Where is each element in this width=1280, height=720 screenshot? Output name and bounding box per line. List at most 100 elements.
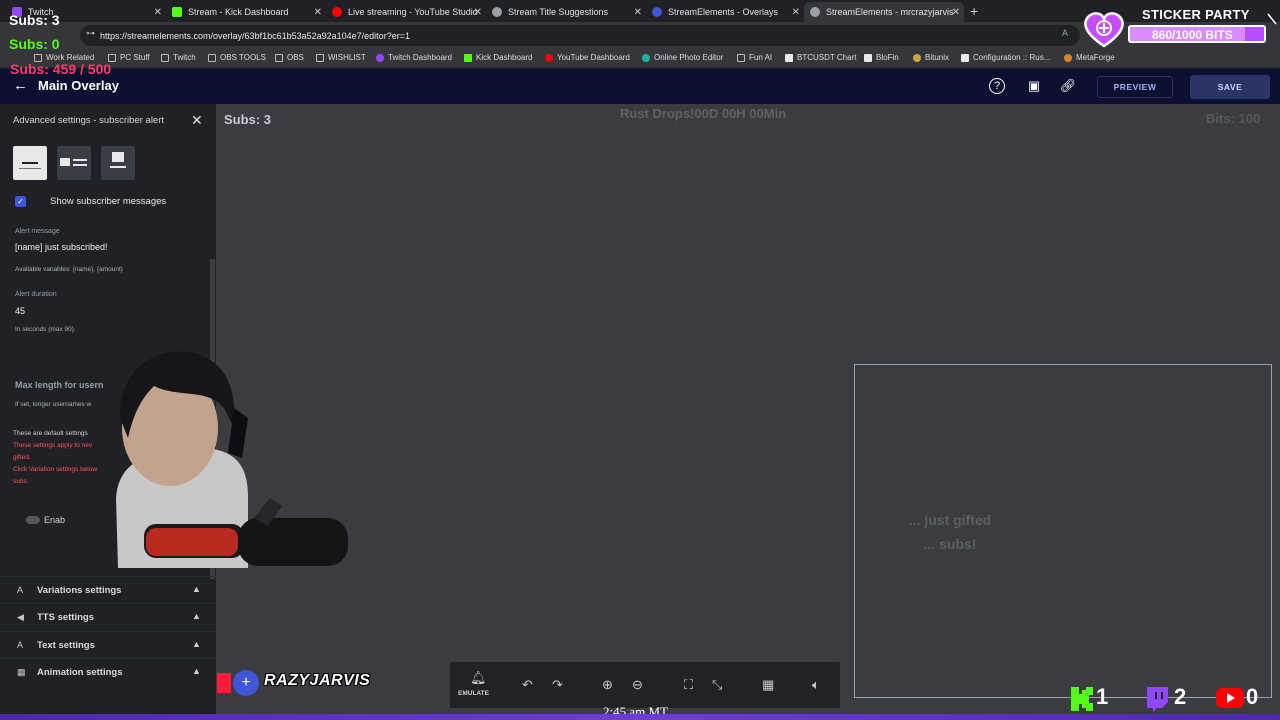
alert-preview-line: ... just gifted <box>908 512 992 528</box>
zoom-out-icon[interactable]: ⊖ <box>632 677 643 693</box>
help-icon[interactable]: ? <box>989 78 1005 94</box>
streamelements-icon <box>652 7 662 17</box>
bookmark-obs-tools[interactable]: OBS TOOLS <box>208 53 266 62</box>
youtube-viewer-count: 0 <box>1246 684 1259 709</box>
link-icon[interactable]: 🔗︎ <box>1059 77 1077 95</box>
max-length-label: Max length for usern <box>15 380 104 390</box>
bits-widget[interactable]: Bits: 100 <box>1206 111 1260 126</box>
default-note: These are default settings <box>13 430 88 437</box>
close-icon[interactable]: ✕ <box>154 7 162 18</box>
bookmark-metaforge[interactable]: MetaForge <box>1064 53 1115 62</box>
volume-icon[interactable]: 🔈︎ <box>812 677 820 693</box>
tab-stream-title[interactable]: Stream Title Suggestions ✕ <box>486 2 646 22</box>
accordion-label: TTS settings <box>37 612 95 623</box>
youtube-icon <box>545 53 553 62</box>
duration-hint: In seconds (max 90). <box>15 326 76 333</box>
alert-message-input[interactable]: [name] just subscribed! <box>15 242 108 252</box>
tab-label: Stream - Kick Dashboard <box>188 7 289 17</box>
bookmark-online-photo-editor[interactable]: Online Photo Editor <box>642 53 723 62</box>
screen-icon[interactable]: ▣ <box>1025 77 1043 95</box>
accordion-tts[interactable]: ◀ TTS settings ▲ <box>0 603 216 630</box>
sidebar-title: Advanced settings - subscriber alert <box>13 115 165 126</box>
redo-icon[interactable]: ↷ <box>552 677 563 693</box>
subs-widget[interactable]: Subs: 3 <box>224 112 271 127</box>
grid-icon[interactable]: ▦ <box>762 677 774 693</box>
translate-icon[interactable]: A <box>1062 28 1068 38</box>
folder-icon <box>208 53 216 62</box>
kick-icon <box>464 53 472 62</box>
new-tab-icon[interactable]: + <box>970 3 978 19</box>
bookmark-youtube-dashboard[interactable]: YouTube Dashboard <box>545 53 630 62</box>
tab-streamelements-mrcrazyjarvis[interactable]: StreamElements - mrcrazyjarvis ✕ <box>804 2 964 22</box>
page-title: Main Overlay <box>38 78 119 93</box>
canvas-toolbar: 🔔︎ EMULATE ↶ ↷ ⊕ ⊖ ⛶ ⤡ ▦ 🔈︎ <box>450 662 840 708</box>
layout-text-over-image[interactable] <box>101 146 135 180</box>
layout-image-left-text[interactable] <box>57 146 91 180</box>
accordion-animation[interactable]: ▦ Animation settings ▲ <box>0 658 216 685</box>
undo-icon[interactable]: ↶ <box>522 677 533 693</box>
close-icon[interactable]: ✕ <box>792 7 800 18</box>
bookmark-twitch[interactable]: Twitch <box>161 53 196 62</box>
bookmark-pc-stuff[interactable]: PC Stuff <box>108 53 150 62</box>
folder-icon <box>275 53 283 62</box>
close-icon[interactable]: ✕ <box>191 112 203 129</box>
stream-kick-subs-counter: Subs: 0 <box>9 36 60 52</box>
text-icon: A <box>17 585 24 595</box>
save-button[interactable]: SAVE <box>1190 75 1270 99</box>
bookmark-fun-ai[interactable]: Fun AI <box>737 53 772 62</box>
enable-label: Enab <box>44 515 66 525</box>
close-icon[interactable]: ✕ <box>952 7 960 18</box>
bookmark-blofin[interactable]: BloFin <box>864 53 899 62</box>
preview-button[interactable]: PREVIEW <box>1097 76 1173 98</box>
show-messages-checkbox[interactable]: ✓ <box>15 196 26 207</box>
folder-icon <box>737 53 745 62</box>
accordion-label: Variations settings <box>37 585 122 596</box>
bookmark-twitch-dashboard[interactable]: Twitch Dashboard <box>376 53 452 62</box>
youtube-icon <box>1216 688 1244 708</box>
warning-line: gifted. <box>13 454 31 461</box>
sticker-bits-count: 860/1000 BITS <box>1152 28 1233 42</box>
fit-screen-icon[interactable]: ⛶ <box>684 677 693 693</box>
bell-icon[interactable]: 🔔︎ <box>470 670 487 686</box>
stream-subs-counter: Subs: 3 <box>9 12 60 28</box>
layout-image-above-text[interactable] <box>13 146 47 180</box>
tab-kick-dashboard[interactable]: Stream - Kick Dashboard ✕ <box>166 2 326 22</box>
chevron-up-icon: ▲ <box>192 611 201 621</box>
bookmark-kick-dashboard[interactable]: Kick Dashboard <box>464 53 532 62</box>
twitch-viewer-count: 2 <box>1174 684 1187 709</box>
globe-icon <box>492 7 502 17</box>
tab-youtube-studio[interactable]: Live streaming - YouTube Studio ✕ <box>326 2 486 22</box>
streamer-name-tag: RAZYJARVIS <box>264 672 371 689</box>
tab-streamelements-overlays[interactable]: StreamElements - Overlays ✕ <box>646 2 804 22</box>
chevron-up-icon: ▲ <box>192 639 201 649</box>
stream-sub-goal: Subs: 459 / 500 <box>10 61 112 77</box>
max-length-hint: If set, longer usernames w <box>15 401 92 408</box>
emulate-button[interactable]: EMULATE <box>458 690 489 697</box>
bookmark-configuration[interactable]: Configuration :: Rus... <box>961 53 1050 62</box>
close-icon[interactable]: ✕ <box>474 7 482 18</box>
url-bar[interactable]: https://streamelements.com/overlay/63bf1… <box>80 25 1080 46</box>
kick-icon <box>1071 687 1093 711</box>
overlay-canvas[interactable]: Subs: 3 Rust Drops!00D 00H 00Min Bits: 1… <box>216 104 1280 720</box>
show-messages-label: Show subscriber messages <box>50 196 167 207</box>
rust-icon <box>961 53 969 62</box>
add-widget-button[interactable]: + <box>233 670 259 696</box>
close-icon[interactable]: ✕ <box>634 7 642 18</box>
bookmark-obs[interactable]: OBS <box>275 53 304 62</box>
tab-label: StreamElements - mrcrazyjarvis <box>826 7 954 17</box>
enable-toggle[interactable] <box>26 516 40 524</box>
zoom-in-icon[interactable]: ⊕ <box>602 677 613 693</box>
site-info-icon[interactable]: ⊶ <box>86 28 95 39</box>
bookmark-btcusdt-chart[interactable]: BTCUSDT Chart <box>785 53 856 62</box>
accordion-variations[interactable]: A Variations settings ▲ <box>0 576 216 603</box>
collapse-icon[interactable]: ⤡ <box>712 677 722 693</box>
url-text: https://streamelements.com/overlay/63bf1… <box>100 30 410 41</box>
rust-drops-widget[interactable]: Rust Drops!00D 00H 00Min <box>620 106 786 121</box>
accordion-text[interactable]: A Text settings ▲ <box>0 631 216 658</box>
back-arrow-icon[interactable]: ← <box>13 77 28 94</box>
bookmark-wishlist[interactable]: WISHLIST <box>316 53 366 62</box>
alert-duration-input[interactable]: 45 <box>15 306 25 316</box>
twitch-icon <box>1147 687 1168 712</box>
close-icon[interactable]: ✕ <box>314 7 322 18</box>
bookmark-bitunix[interactable]: Bitunix <box>913 53 949 62</box>
